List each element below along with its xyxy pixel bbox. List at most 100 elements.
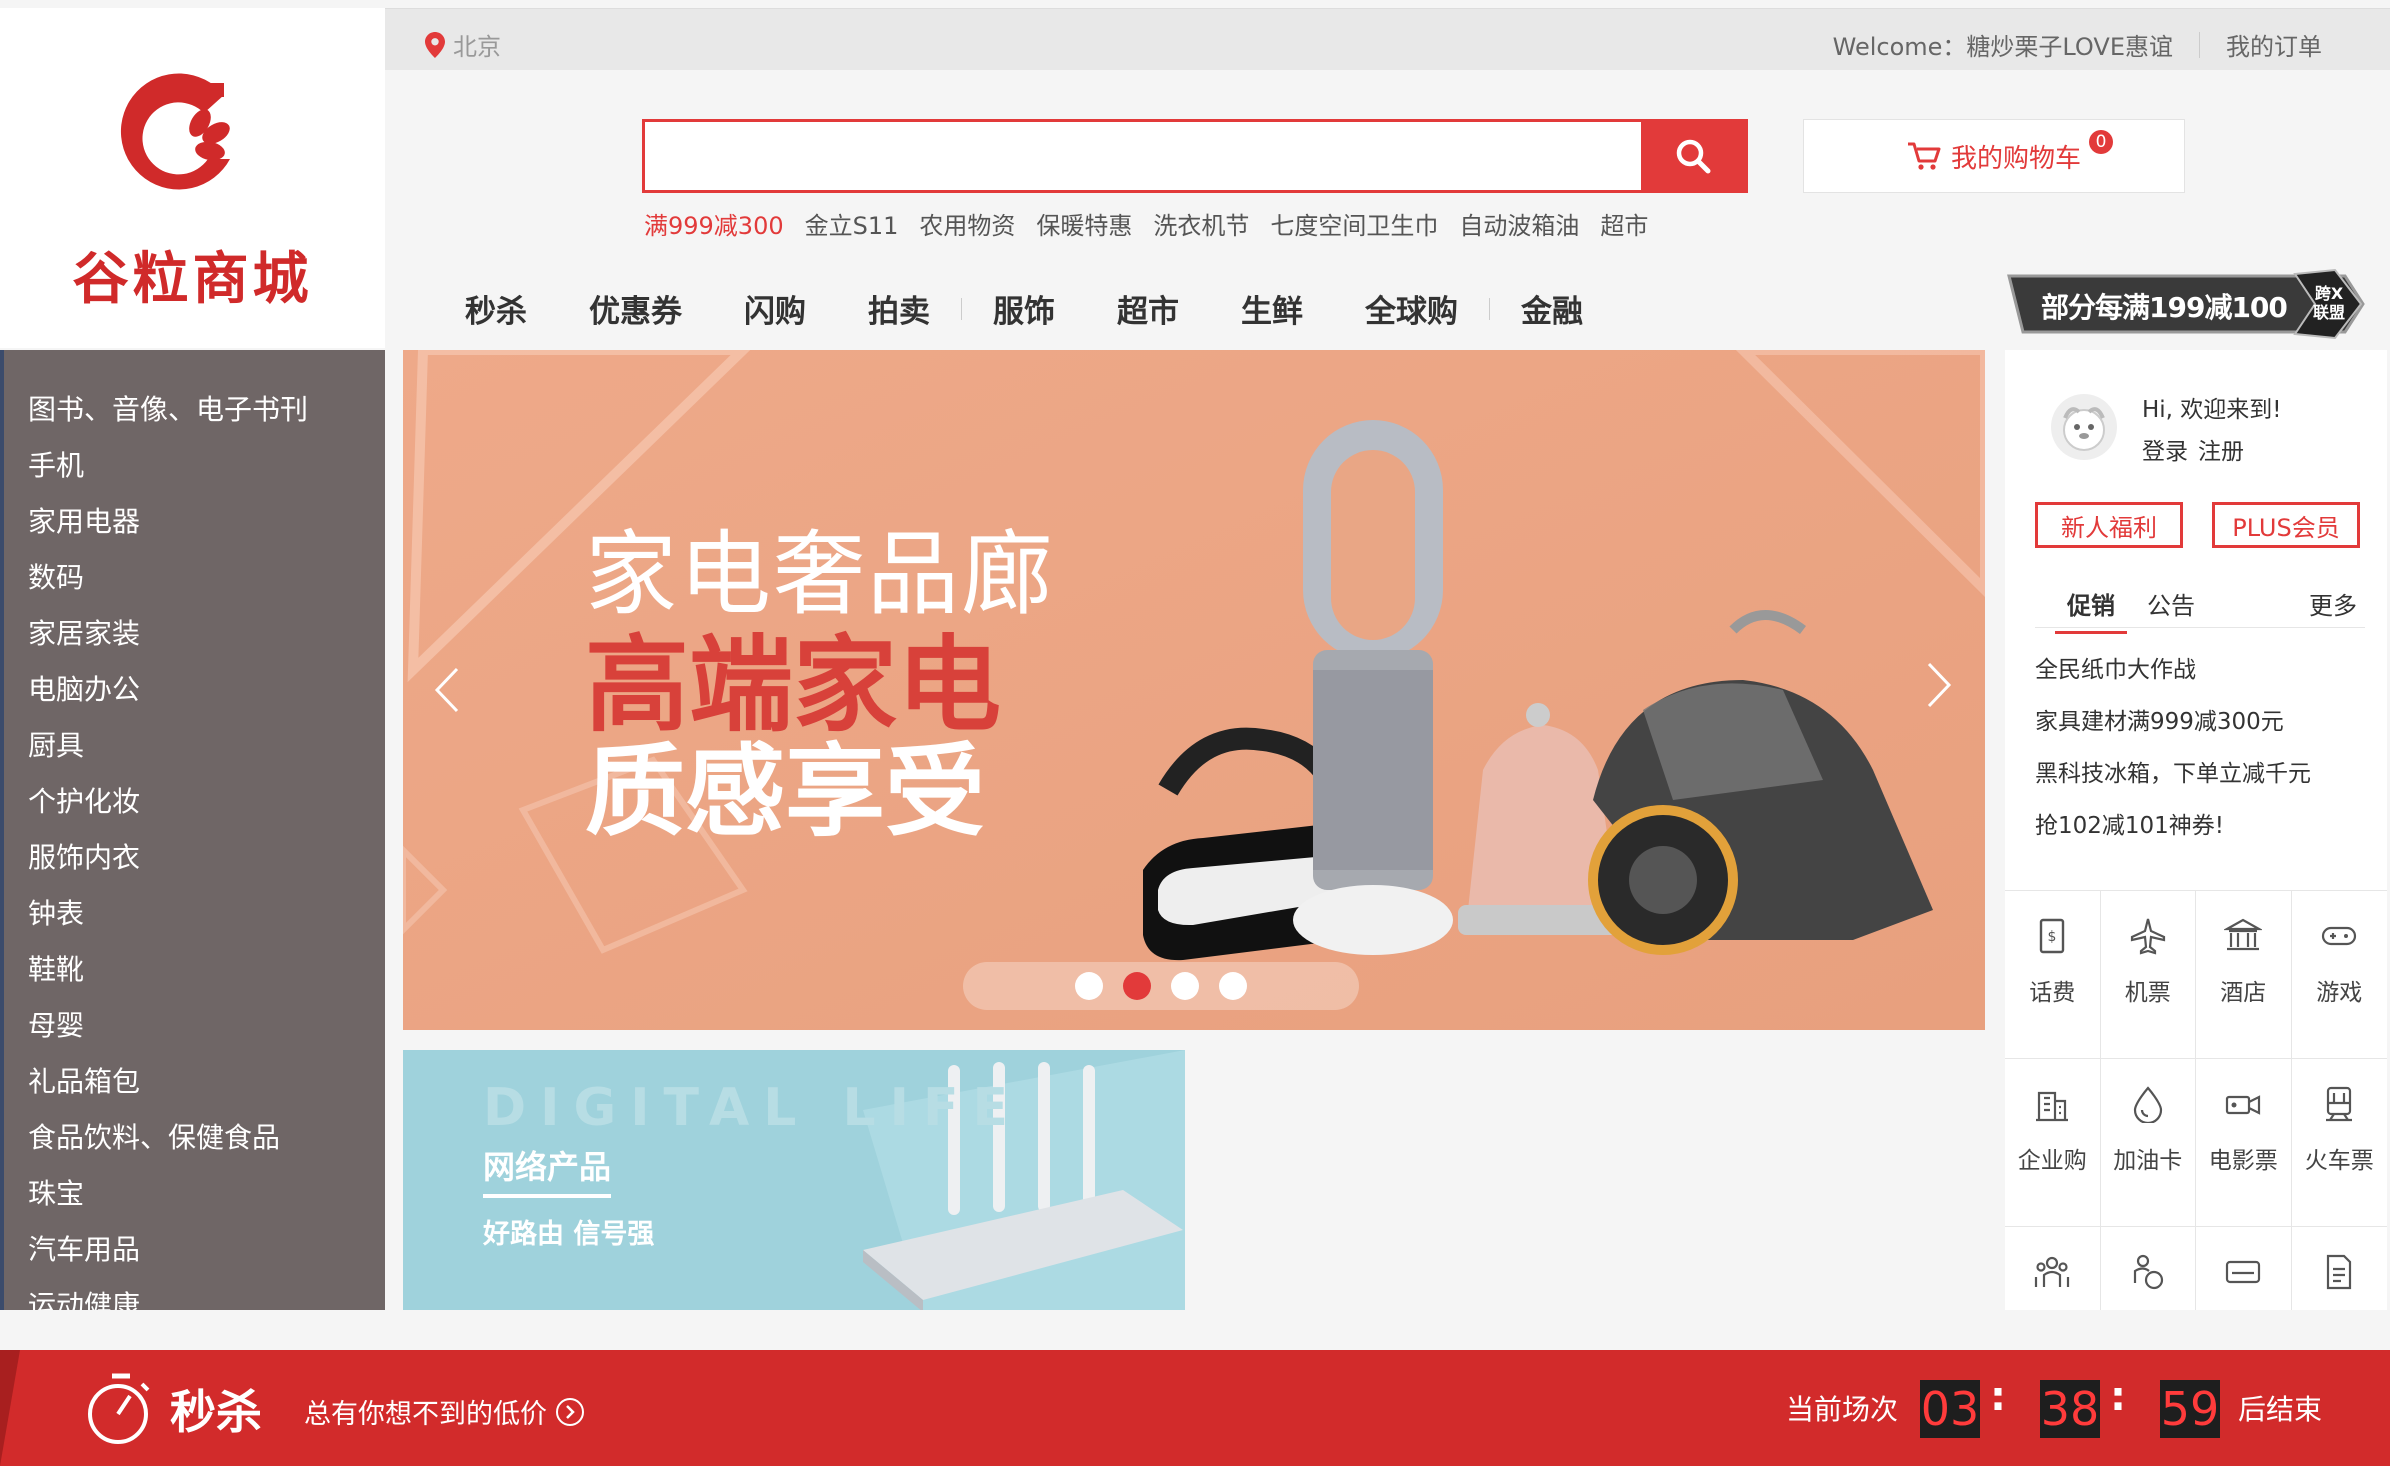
service-plane[interactable]: 机票: [2100, 891, 2196, 1059]
promo-badge[interactable]: 部分每满199减100 跨X联盟: [2005, 268, 2367, 340]
person-coin-icon: [2129, 1253, 2167, 1297]
service-building[interactable]: 企业购: [2005, 1059, 2101, 1227]
hot-keyword[interactable]: 超市: [1600, 206, 1648, 241]
news-item[interactable]: 黑科技冰箱，下单立减千元: [2035, 754, 2311, 806]
service-label: 企业购: [2017, 1148, 2087, 1174]
newbie-benefits-button[interactable]: 新人福利: [2035, 502, 2183, 548]
chevron-left-icon: [434, 667, 459, 713]
avatar[interactable]: [2051, 394, 2117, 460]
user-links: Welcome：糖炒栗子LOVE惠谊 我的订单: [1833, 27, 2322, 62]
service-hotel[interactable]: 酒店: [2196, 891, 2292, 1059]
service-label: 火车票: [2304, 1148, 2374, 1174]
carousel-dot[interactable]: [1219, 972, 1247, 1000]
carousel-dot-active[interactable]: [1123, 972, 1151, 1000]
seckill-edge: [0, 1350, 20, 1466]
hot-keyword[interactable]: 农用物资: [919, 206, 1015, 241]
news-item[interactable]: 抢102减101神券!: [2035, 806, 2311, 858]
news-item[interactable]: 家具建材满999减300元: [2035, 702, 2311, 754]
avatar-face-icon: [2063, 407, 2105, 451]
category-item[interactable]: 珠宝: [4, 1174, 385, 1230]
category-item[interactable]: 电脑办公: [4, 670, 385, 726]
network-product-banner[interactable]: DIGITAL LIFE 网络产品 好路由 信号强: [403, 1050, 1185, 1310]
my-orders-link[interactable]: 我的订单: [2226, 27, 2322, 62]
service-gamepad[interactable]: 游戏: [2291, 891, 2387, 1059]
seckill-subtitle[interactable]: 总有你想不到的低价: [304, 1392, 585, 1431]
service-fuel-drop[interactable]: 加油卡: [2100, 1059, 2196, 1227]
nav-item-seckill[interactable]: 秒杀: [465, 286, 558, 331]
category-item[interactable]: 母婴: [4, 1006, 385, 1062]
nav-item-global[interactable]: 全球购: [1334, 286, 1489, 331]
register-link[interactable]: 注册: [2198, 432, 2244, 466]
location-selector[interactable]: 北京: [425, 27, 501, 62]
carousel-dot[interactable]: [1075, 972, 1103, 1000]
nav-item-supermarket[interactable]: 超市: [1086, 286, 1210, 331]
service-label: 加油卡: [2113, 1148, 2183, 1174]
service-movie-camera[interactable]: 电影票: [2196, 1059, 2292, 1227]
promo-badge-text: 部分每满199减100: [2041, 291, 2288, 324]
category-item[interactable]: 图书、音像、电子书刊: [4, 390, 385, 446]
cart-count-badge: 0: [2089, 130, 2113, 154]
plus-member-button[interactable]: PLUS会员: [2212, 502, 2360, 548]
stopwatch-icon: [88, 1373, 150, 1444]
category-item[interactable]: 运动健康: [4, 1286, 385, 1310]
nav-item-fresh[interactable]: 生鲜: [1210, 286, 1334, 331]
seckill-bar: 秒杀 总有你想不到的低价 当前场次 03 : 38 : 59 后结束: [0, 1350, 2390, 1466]
category-item[interactable]: 食品饮料、保健食品: [4, 1118, 385, 1174]
main-nav: 秒杀 优惠券 闪购 拍卖 服饰 超市 生鲜 全球购 金融: [465, 286, 1614, 331]
category-item[interactable]: 个护化妆: [4, 782, 385, 838]
news-item[interactable]: 全民纸巾大作战: [2035, 650, 2311, 702]
category-item[interactable]: 家居家装: [4, 614, 385, 670]
category-item[interactable]: 礼品箱包: [4, 1062, 385, 1118]
hot-keyword[interactable]: 保暖特惠: [1036, 206, 1132, 241]
hot-keyword[interactable]: 七度空间卫生巾: [1270, 206, 1438, 241]
tab-notice[interactable]: 公告: [2147, 586, 2195, 621]
category-item[interactable]: 汽车用品: [4, 1230, 385, 1286]
search-button[interactable]: [1641, 122, 1745, 190]
category-item[interactable]: 服饰内衣: [4, 838, 385, 894]
tab-promo[interactable]: 促销: [2055, 586, 2127, 634]
more-link[interactable]: 更多: [2309, 586, 2357, 621]
banner-next-arrow[interactable]: [1925, 660, 1953, 714]
hot-keyword[interactable]: 满999减300: [644, 206, 784, 241]
cart-button[interactable]: 我的购物车 0: [1803, 119, 2185, 193]
countdown-minutes: 38: [2040, 1380, 2100, 1438]
category-item[interactable]: 家用电器: [4, 502, 385, 558]
ends-label: 后结束: [2238, 1393, 2323, 1426]
nav-item-finance[interactable]: 金融: [1490, 286, 1614, 331]
nav-item-auction[interactable]: 拍卖: [837, 286, 961, 331]
search-icon: [1676, 139, 1711, 174]
service-card[interactable]: [2196, 1227, 2292, 1310]
countdown-seconds: 59: [2160, 1380, 2220, 1438]
service-label: 话费: [2029, 980, 2076, 1006]
hero-banner[interactable]: 家电奢品廊 高端家电 质感享受: [403, 350, 1985, 1030]
cart-label: 我的购物车: [1950, 143, 2081, 174]
service-document[interactable]: [2292, 1227, 2388, 1310]
service-grid: $ 话费 机票 酒店 游戏企业购 加油卡 电影票 火车票: [2005, 890, 2387, 1310]
card-icon: [2224, 1253, 2262, 1297]
sub-banner-title: 网络产品: [483, 1142, 612, 1198]
login-link[interactable]: 登录: [2142, 432, 2188, 466]
category-item[interactable]: 钟表: [4, 894, 385, 950]
category-item[interactable]: 手机: [4, 446, 385, 502]
sub-banner-subtitle: 好路由 信号强: [483, 1219, 655, 1250]
banner-prev-arrow[interactable]: [433, 660, 461, 730]
nav-item-flash[interactable]: 闪购: [713, 286, 837, 331]
site-logo[interactable]: 谷粒商城: [0, 8, 385, 348]
nav-item-apparel[interactable]: 服饰: [962, 286, 1086, 331]
search-input[interactable]: [645, 122, 1641, 190]
hot-keyword[interactable]: 金立S11: [805, 206, 899, 241]
logo-mark-icon: [120, 73, 230, 190]
service-train[interactable]: 火车票: [2291, 1059, 2387, 1227]
service-phone-bill[interactable]: $ 话费: [2005, 891, 2101, 1059]
welcome-text[interactable]: Welcome：糖炒栗子LOVE惠谊: [1833, 27, 2173, 62]
hot-keyword[interactable]: 自动波箱油: [1459, 206, 1579, 241]
hot-keyword[interactable]: 洗衣机节: [1153, 206, 1249, 241]
category-item[interactable]: 鞋靴: [4, 950, 385, 1006]
nav-item-coupon[interactable]: 优惠券: [558, 286, 713, 331]
service-group[interactable]: [2005, 1227, 2101, 1310]
category-item[interactable]: 厨具: [4, 726, 385, 782]
service-person-coin[interactable]: [2101, 1227, 2196, 1310]
carousel-dot[interactable]: [1171, 972, 1199, 1000]
seckill-title: 秒杀: [170, 1385, 262, 1439]
category-item[interactable]: 数码: [4, 558, 385, 614]
